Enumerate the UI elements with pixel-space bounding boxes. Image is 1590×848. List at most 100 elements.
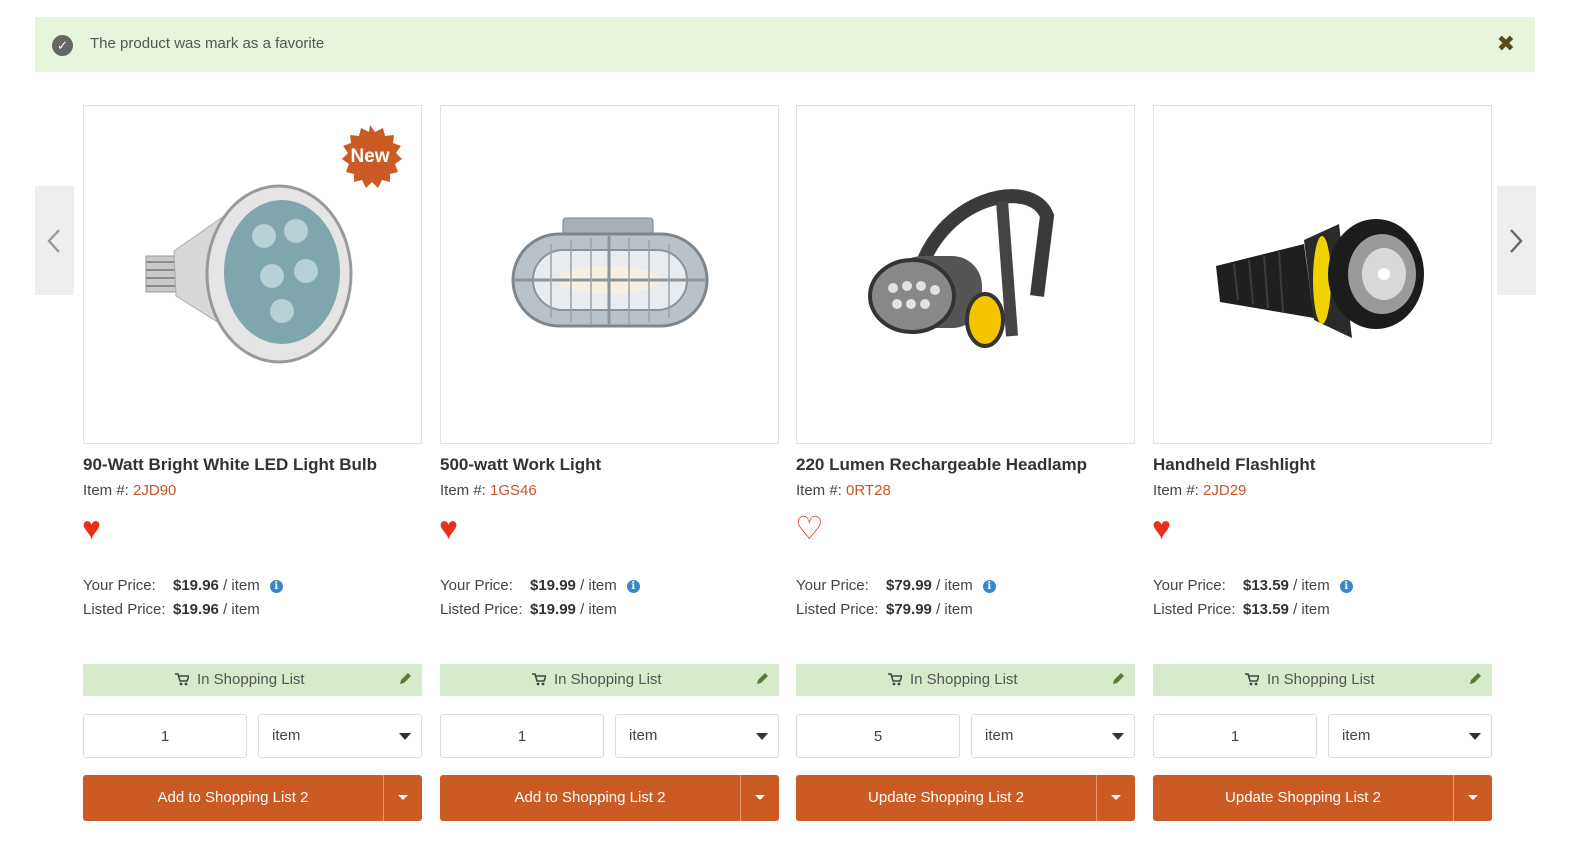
caret-down-icon: [756, 733, 768, 740]
caret-down-icon: [398, 795, 408, 800]
notice-message: The product was mark as a favorite: [90, 35, 325, 52]
price-unit: / item: [936, 577, 973, 594]
price-unit: / item: [223, 601, 260, 618]
item-number: Item #: 1GS46: [440, 482, 537, 499]
in-shopping-list-bar[interactable]: In Shopping List: [440, 664, 779, 696]
shopping-list-button[interactable]: Update Shopping List 2: [1153, 775, 1492, 821]
item-number: Item #: 2JD90: [83, 482, 176, 499]
info-icon[interactable]: i: [269, 580, 283, 593]
listed-price: Listed Price: $79.99 / item: [796, 601, 973, 618]
caret-down-icon: [1112, 733, 1124, 740]
pencil-icon[interactable]: [755, 672, 769, 686]
headlamp-image: [868, 189, 1055, 348]
check-circle-icon: ✓: [52, 35, 73, 56]
carousel-prev-button[interactable]: [35, 186, 74, 295]
item-code: 2JD90: [133, 482, 177, 499]
product-image[interactable]: [440, 105, 779, 444]
in-shopping-list-bar[interactable]: In Shopping List: [1153, 664, 1492, 696]
cart-icon: [175, 673, 189, 686]
unit-select-value: item: [1342, 727, 1371, 744]
update-list-button[interactable]: Update Shopping List 2: [796, 775, 1096, 821]
your-price-label: Your Price:: [440, 577, 513, 594]
shopping-list-button[interactable]: Update Shopping List 2: [796, 775, 1135, 821]
price-unit: / item: [580, 577, 617, 594]
product-image[interactable]: New: [83, 105, 422, 444]
product-title[interactable]: Handheld Flashlight: [1153, 455, 1315, 475]
add-to-list-button[interactable]: Add to Shopping List 2: [83, 775, 383, 821]
your-price: Your Price: $19.96 / item i: [83, 577, 283, 594]
carousel-next-button[interactable]: [1497, 186, 1536, 295]
quantity-input[interactable]: [796, 714, 960, 758]
quantity-input[interactable]: [83, 714, 247, 758]
in-shopping-list-bar[interactable]: In Shopping List: [796, 664, 1135, 696]
product-image[interactable]: [796, 105, 1135, 444]
shopping-list-button[interactable]: Add to Shopping List 2: [440, 775, 779, 821]
listed-price: Listed Price: $19.99 / item: [440, 601, 617, 618]
unit-select-value: item: [629, 727, 658, 744]
unit-select[interactable]: item: [1328, 714, 1492, 758]
heart-icon[interactable]: ♥: [439, 510, 458, 546]
list-dropdown-toggle[interactable]: [1097, 775, 1135, 821]
heart-icon[interactable]: ♥: [82, 510, 101, 546]
pencil-icon[interactable]: [398, 672, 412, 686]
product-card: New 90-Watt Bright White LED Light Bulb …: [82, 105, 422, 821]
pencil-icon[interactable]: [1468, 672, 1482, 686]
in-shopping-list-label: In Shopping List: [197, 671, 305, 688]
pencil-icon[interactable]: [1111, 672, 1125, 686]
unit-select[interactable]: item: [258, 714, 422, 758]
list-dropdown-toggle[interactable]: [384, 775, 422, 821]
list-dropdown-toggle[interactable]: [1454, 775, 1492, 821]
price-unit: / item: [223, 577, 260, 594]
your-price-value: $79.99: [886, 577, 932, 594]
your-price-value: $19.99: [530, 577, 576, 594]
unit-select-value: item: [985, 727, 1014, 744]
heart-icon[interactable]: ♡: [795, 510, 824, 546]
product-title[interactable]: 220 Lumen Rechargeable Headlamp: [796, 455, 1087, 475]
in-shopping-list-label: In Shopping List: [910, 671, 1018, 688]
unit-select-value: item: [272, 727, 301, 744]
shopping-list-button[interactable]: Add to Shopping List 2: [83, 775, 422, 821]
info-icon[interactable]: i: [982, 580, 996, 593]
your-price: Your Price: $19.99 / item i: [440, 577, 640, 594]
update-list-button[interactable]: Update Shopping List 2: [1153, 775, 1453, 821]
in-shopping-list-label: In Shopping List: [1267, 671, 1375, 688]
caret-down-icon: [755, 795, 765, 800]
product-card: 500-watt Work Light Item #: 1GS46 ♥ Your…: [439, 105, 779, 821]
product-card: Handheld Flashlight Item #: 2JD29 ♥ Your…: [1152, 105, 1492, 821]
quantity-input[interactable]: [440, 714, 604, 758]
your-price: Your Price: $79.99 / item i: [796, 577, 996, 594]
chevron-right-icon: [1510, 229, 1523, 253]
item-number: Item #: 2JD29: [1153, 482, 1246, 499]
product-title[interactable]: 500-watt Work Light: [440, 455, 601, 475]
add-to-list-button[interactable]: Add to Shopping List 2: [440, 775, 740, 821]
info-icon[interactable]: i: [626, 580, 640, 593]
your-price-label: Your Price:: [83, 577, 156, 594]
item-number-label: Item #:: [440, 482, 486, 499]
your-price-label: Your Price:: [796, 577, 869, 594]
listed-price: Listed Price: $13.59 / item: [1153, 601, 1330, 618]
product-title[interactable]: 90-Watt Bright White LED Light Bulb: [83, 455, 377, 475]
your-price-label: Your Price:: [1153, 577, 1226, 594]
work-light-image: [511, 217, 709, 328]
product-image[interactable]: [1153, 105, 1492, 444]
listed-price-value: $79.99: [886, 601, 932, 618]
product-card: 220 Lumen Rechargeable Headlamp Item #: …: [795, 105, 1135, 821]
quantity-input[interactable]: [1153, 714, 1317, 758]
listed-price-label: Listed Price:: [796, 601, 879, 618]
close-icon[interactable]: ✖: [1497, 32, 1515, 56]
item-number: Item #: 0RT28: [796, 482, 891, 499]
your-price: Your Price: $13.59 / item i: [1153, 577, 1353, 594]
caret-down-icon: [1468, 795, 1478, 800]
unit-select[interactable]: item: [615, 714, 779, 758]
in-shopping-list-bar[interactable]: In Shopping List: [83, 664, 422, 696]
price-unit: / item: [1293, 601, 1330, 618]
caret-down-icon: [1469, 733, 1481, 740]
price-unit: / item: [936, 601, 973, 618]
item-number-label: Item #:: [1153, 482, 1199, 499]
unit-select[interactable]: item: [971, 714, 1135, 758]
info-icon[interactable]: i: [1339, 580, 1353, 593]
list-dropdown-toggle[interactable]: [741, 775, 779, 821]
caret-down-icon: [399, 733, 411, 740]
heart-icon[interactable]: ♥: [1152, 510, 1171, 546]
item-number-label: Item #:: [796, 482, 842, 499]
